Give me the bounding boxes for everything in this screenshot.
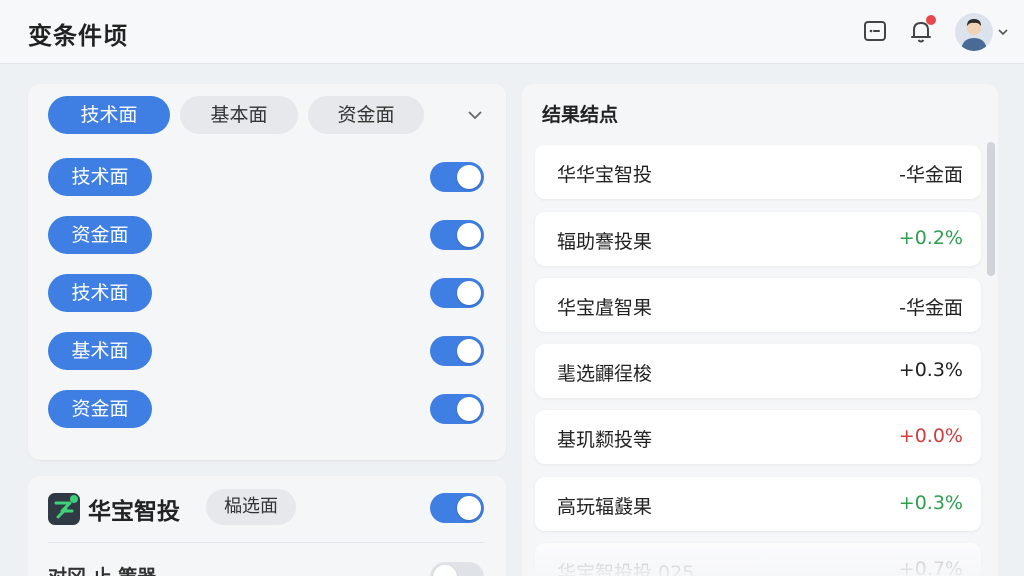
result-item[interactable]: 华宝智投投 025 +0.7% xyxy=(535,543,981,576)
filter-toggle[interactable] xyxy=(430,220,484,250)
filter-toggle[interactable] xyxy=(430,336,484,366)
result-value: -华金面 xyxy=(899,164,963,186)
result-value: +0.0% xyxy=(898,425,963,447)
filter-row: 技术面 xyxy=(48,274,484,314)
filter-chip[interactable]: 基术面 xyxy=(48,332,152,370)
result-value: +0.3% xyxy=(898,359,963,381)
result-item[interactable]: 基玑颣投等 +0.0% xyxy=(535,410,981,464)
result-name: 辐助謇投果 xyxy=(557,231,653,253)
chevron-down-icon[interactable] xyxy=(998,27,1008,37)
divider xyxy=(48,542,484,543)
filter-toggle[interactable] xyxy=(430,278,484,308)
result-value: +0.3% xyxy=(898,492,963,514)
result-item[interactable]: 华华宝智投 -华金面 xyxy=(535,145,981,199)
result-name: 华宝虘智果 xyxy=(557,297,653,319)
filter-row: 资金面 xyxy=(48,390,484,430)
avatar[interactable] xyxy=(955,13,993,51)
results-panel: 结果结点 华华宝智投 -华金面 辐助謇投果 +0.2% 华宝虘智果 -华金面 靟… xyxy=(522,84,998,576)
result-name: 华华宝智投 xyxy=(557,164,653,186)
filter-row: 基术面 xyxy=(48,332,484,372)
tab-capital[interactable]: 资金面 xyxy=(308,96,424,134)
page-title: 变条件顷 xyxy=(28,22,128,50)
filter-chip[interactable]: 技术面 xyxy=(48,158,152,196)
app-header: 变条件顷 xyxy=(0,0,1024,64)
result-value: +0.2% xyxy=(898,227,963,249)
filter-row: 技术面 xyxy=(48,158,484,198)
result-item[interactable]: 辐助謇投果 +0.2% xyxy=(535,212,981,266)
result-value: +0.7% xyxy=(898,558,963,576)
filter-chip[interactable]: 技术面 xyxy=(48,274,152,312)
results-title: 结果结点 xyxy=(542,104,619,126)
result-item[interactable]: 华宝虘智果 -华金面 xyxy=(535,278,981,332)
scrollbar[interactable] xyxy=(987,142,995,276)
result-name: 靟选鼲徎梭 xyxy=(557,363,653,385)
product-toggle[interactable] xyxy=(430,493,484,523)
message-icon[interactable] xyxy=(860,16,890,46)
filter-panel: 技术面 基本面 资金面 技术面 资金面 技术面 基术面 资金面 xyxy=(28,84,506,460)
filter-row: 资金面 xyxy=(48,216,484,256)
chevron-down-icon[interactable] xyxy=(466,106,484,124)
tab-fundamental[interactable]: 基本面 xyxy=(180,96,298,134)
user-avatar-icon xyxy=(961,19,987,51)
result-value: -华金面 xyxy=(899,297,963,319)
result-name: 高玩辐鼗果 xyxy=(557,496,653,518)
result-item[interactable]: 高玩辐鼗果 +0.3% xyxy=(535,477,981,531)
product-tag-button[interactable]: 榀选面 xyxy=(206,489,296,525)
filter-toggle[interactable] xyxy=(430,394,484,424)
result-name: 基玑颣投等 xyxy=(557,429,653,451)
product-sub-label: 对冈 止 策器 xyxy=(48,562,156,576)
filter-chip[interactable]: 资金面 xyxy=(48,390,152,428)
strategy-toggle[interactable] xyxy=(430,562,484,576)
result-name: 华宝智投投 025 xyxy=(557,562,695,576)
result-item[interactable]: 靟选鼲徎梭 +0.3% xyxy=(535,344,981,398)
product-panel: 华宝智投 榀选面 对冈 止 策器 xyxy=(28,476,506,576)
notification-badge xyxy=(926,15,936,25)
tab-technical[interactable]: 技术面 xyxy=(48,96,170,134)
filter-toggle[interactable] xyxy=(430,162,484,192)
product-name: 华宝智投 xyxy=(88,499,180,525)
product-logo-icon xyxy=(48,493,80,525)
filter-chip[interactable]: 资金面 xyxy=(48,216,152,254)
